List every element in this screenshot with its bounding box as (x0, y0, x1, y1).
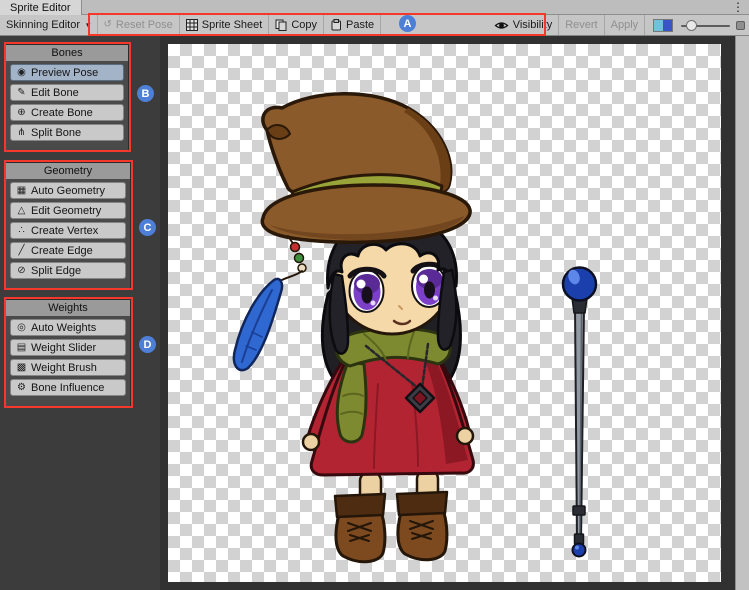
transparency-checkerboard (168, 44, 721, 582)
split-bone-label: Split Bone (31, 127, 81, 139)
create-bone-button[interactable]: ⊕ Create Bone (10, 104, 124, 121)
revert-label: Revert (565, 19, 597, 31)
geometry-panel: Geometry ▦ Auto Geometry △ Edit Geometry… (5, 162, 131, 289)
staff-sprite (563, 268, 596, 557)
weights-panel-buttons: ◎ Auto Weights ▤ Weight Slider ▩ Weight … (6, 316, 130, 401)
create-vertex-label: Create Vertex (31, 225, 98, 237)
split-edge-button[interactable]: ⊘ Split Edge (10, 262, 126, 279)
weights-panel-title: Weights (6, 300, 130, 316)
reset-pose-label: Reset Pose (116, 19, 173, 31)
auto-weights-button[interactable]: ◎ Auto Weights (10, 319, 126, 336)
kebab-menu-icon: ⋮ (732, 0, 744, 14)
skinning-editor-dropdown-label: Skinning Editor (6, 19, 80, 31)
auto-weights-label: Auto Weights (31, 322, 96, 334)
sprite-sheet-label: Sprite Sheet (202, 19, 263, 31)
window-menu-button[interactable]: ⋮ (732, 0, 744, 15)
split-bone-icon: ⋔ (16, 128, 27, 138)
boots (335, 492, 447, 562)
sprite-sheet-grid-icon (186, 19, 198, 31)
toolbar-spacer (381, 15, 488, 35)
witch-hat (262, 94, 470, 242)
preview-pose-label: Preview Pose (31, 67, 98, 79)
weight-slider-icon: ▤ (16, 343, 27, 353)
visibility-label: Visibility (513, 19, 553, 31)
copy-button[interactable]: Copy (269, 15, 324, 35)
bones-panel-buttons: ◉ Preview Pose ✎ Edit Bone ⊕ Create Bone… (6, 61, 128, 146)
copy-label: Copy (291, 19, 317, 31)
create-edge-button[interactable]: ╱ Create Edge (10, 242, 126, 259)
weight-brush-label: Weight Brush (31, 362, 97, 374)
bone-influence-button[interactable]: ⚙ Bone Influence (10, 379, 126, 396)
preview-pose-icon: ◉ (16, 68, 27, 78)
apply-button[interactable]: Apply (605, 15, 646, 35)
weight-slider-button[interactable]: ▤ Weight Slider (10, 339, 126, 356)
main-area: Bones ◉ Preview Pose ✎ Edit Bone ⊕ Creat… (0, 36, 749, 590)
skinning-editor-dropdown[interactable]: Skinning Editor ▾ (0, 15, 98, 35)
weight-slider-label: Weight Slider (31, 342, 96, 354)
bones-panel: Bones ◉ Preview Pose ✎ Edit Bone ⊕ Creat… (5, 44, 129, 151)
edit-geometry-icon: △ (16, 206, 27, 216)
create-edge-icon: ╱ (16, 246, 27, 256)
mipmap-icon (736, 21, 745, 30)
tool-sidebar: Bones ◉ Preview Pose ✎ Edit Bone ⊕ Creat… (0, 36, 160, 590)
edit-bone-label: Edit Bone (31, 87, 79, 99)
preview-pose-button[interactable]: ◉ Preview Pose (10, 64, 124, 81)
create-vertex-icon: ∴ (16, 226, 27, 236)
auto-geometry-button[interactable]: ▦ Auto Geometry (10, 182, 126, 199)
edit-geometry-button[interactable]: △ Edit Geometry (10, 202, 126, 219)
paste-label: Paste (346, 19, 374, 31)
create-edge-label: Create Edge (31, 245, 93, 257)
swatch-color-b (663, 20, 672, 31)
opacity-slider[interactable] (681, 15, 730, 35)
geometry-panel-title: Geometry (6, 163, 130, 179)
create-bone-icon: ⊕ (16, 108, 27, 118)
chevron-down-icon: ▾ (86, 20, 91, 31)
swatch-color-a (654, 20, 663, 31)
geometry-panel-buttons: ▦ Auto Geometry △ Edit Geometry ∴ Create… (6, 179, 130, 284)
sprite-artwork[interactable] (168, 44, 721, 582)
hat-feather-charm (234, 236, 306, 370)
sprite-sheet-button[interactable]: Sprite Sheet (180, 15, 270, 35)
create-vertex-button[interactable]: ∴ Create Vertex (10, 222, 126, 239)
character-sprite (234, 94, 474, 562)
sprite-editor-window: Sprite Editor ⋮ Skinning Editor ▾ ↺ Rese… (0, 0, 749, 590)
split-bone-button[interactable]: ⋔ Split Bone (10, 124, 124, 141)
copy-icon (275, 19, 287, 31)
apply-label: Apply (611, 19, 639, 31)
split-edge-icon: ⊘ (16, 266, 27, 276)
edit-bone-icon: ✎ (16, 88, 27, 98)
paste-button[interactable]: Paste (324, 15, 381, 35)
revert-button[interactable]: Revert (559, 15, 604, 35)
reset-pose-icon: ↺ (104, 20, 112, 30)
bones-panel-title: Bones (6, 45, 128, 61)
edit-bone-button[interactable]: ✎ Edit Bone (10, 84, 124, 101)
sprite-editor-tab-label: Sprite Editor (10, 2, 71, 14)
bone-influence-label: Bone Influence (31, 382, 104, 394)
reset-pose-button[interactable]: ↺ Reset Pose (98, 15, 180, 35)
visibility-button[interactable]: Visibility (488, 15, 560, 35)
weight-brush-icon: ▩ (16, 363, 27, 373)
vertical-scrollbar[interactable] (735, 36, 749, 590)
visibility-eye-icon (494, 20, 509, 31)
auto-geometry-icon: ▦ (16, 186, 27, 196)
window-tab-bar: Sprite Editor ⋮ (0, 0, 749, 15)
skinning-toolbar: Skinning Editor ▾ ↺ Reset Pose Sprite Sh… (0, 15, 749, 36)
auto-weights-icon: ◎ (16, 323, 27, 333)
edit-geometry-label: Edit Geometry (31, 205, 101, 217)
create-bone-label: Create Bone (31, 107, 93, 119)
overlay-color-swatch[interactable] (653, 19, 673, 32)
sprite-canvas[interactable] (160, 36, 749, 590)
weight-brush-button[interactable]: ▩ Weight Brush (10, 359, 126, 376)
paste-icon (330, 19, 342, 31)
weights-panel: Weights ◎ Auto Weights ▤ Weight Slider ▩… (5, 299, 131, 407)
auto-geometry-label: Auto Geometry (31, 185, 105, 197)
slider-knob[interactable] (686, 20, 697, 31)
sprite-editor-tab[interactable]: Sprite Editor (0, 0, 82, 15)
bone-influence-icon: ⚙ (16, 383, 27, 393)
split-edge-label: Split Edge (31, 265, 81, 277)
